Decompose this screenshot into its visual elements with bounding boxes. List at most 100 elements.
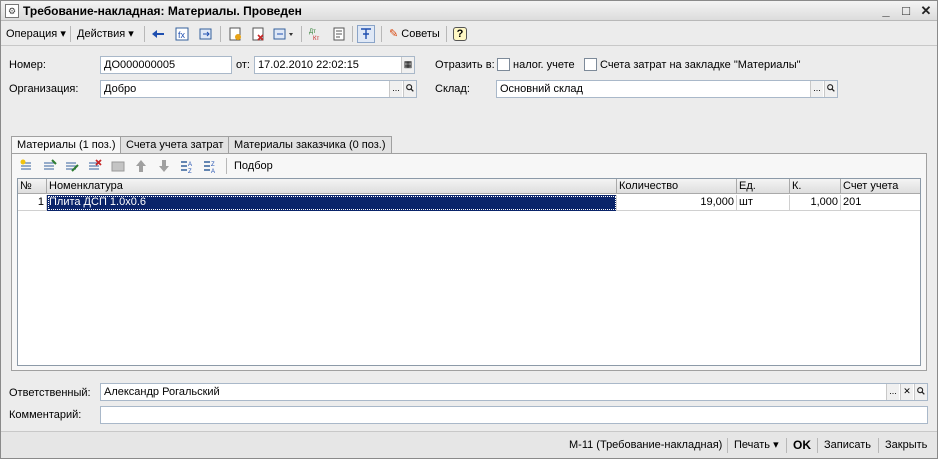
- date-field[interactable]: 17.02.2010 22:02:15 ▦: [254, 56, 415, 74]
- row-coefficient-cell[interactable]: 1,000: [790, 195, 841, 211]
- calendar-icon[interactable]: ▦: [401, 57, 414, 73]
- warehouse-label: Склад:: [435, 83, 470, 95]
- close-form-button[interactable]: Закрыть: [885, 437, 927, 453]
- document-window: ⚙ Требование-накладная: Материалы. Прове…: [0, 0, 938, 459]
- comment-field[interactable]: [100, 406, 928, 424]
- toolbar-divider: [727, 438, 728, 453]
- column-header-item[interactable]: Номенклатура: [47, 179, 617, 194]
- move-down-icon[interactable]: [155, 157, 173, 175]
- organization-select-button[interactable]: ...: [389, 81, 402, 97]
- pencil-icon: ✎: [389, 28, 399, 40]
- edit-row-icon[interactable]: [63, 157, 81, 175]
- actions-menu[interactable]: Действия ▾: [74, 25, 137, 43]
- toolbar-divider: [220, 26, 221, 42]
- chevron-down-icon: ▾: [128, 28, 134, 40]
- materials-table[interactable]: № Номенклатура Количество Ед. К. Счет уч…: [17, 178, 921, 366]
- column-header-account[interactable]: Счет учета: [841, 179, 920, 194]
- sort-descending-icon[interactable]: ZA: [201, 157, 219, 175]
- row-item-cell[interactable]: Плита ДСП 1.0х0.6: [47, 195, 617, 211]
- clear-icon[interactable]: ✕: [900, 384, 913, 400]
- comment-label: Комментарий:: [9, 409, 82, 421]
- operation-menu[interactable]: Операция ▾: [3, 25, 69, 43]
- tab-customer-materials[interactable]: Материалы заказчика (0 поз.): [228, 136, 392, 154]
- warehouse-field[interactable]: Основний склад ...: [496, 80, 838, 98]
- column-header-num[interactable]: №: [18, 179, 47, 194]
- move-left-icon[interactable]: [149, 25, 167, 43]
- close-button[interactable]: ✕: [917, 3, 935, 19]
- help-icon[interactable]: ?: [451, 25, 469, 43]
- cost-accounts-label: Счета затрат на закладке "Материалы": [600, 59, 801, 71]
- ok-button[interactable]: OK: [793, 437, 811, 453]
- tips-button[interactable]: ✎ Советы: [386, 25, 443, 43]
- toolbar-divider: [301, 26, 302, 42]
- svg-text:fx: fx: [178, 30, 186, 40]
- operation-menu-label: Операция: [6, 28, 58, 40]
- svg-text:Дт: Дт: [309, 29, 316, 35]
- based-on-icon[interactable]: [226, 25, 244, 43]
- svg-text:Z: Z: [211, 162, 215, 168]
- chevron-down-icon: ▾: [773, 439, 779, 451]
- row-number: 1: [18, 195, 47, 211]
- document-icon: ⚙: [5, 4, 19, 18]
- chevron-down-icon: ▾: [60, 28, 66, 40]
- number-label: Номер:: [9, 59, 46, 71]
- save-button[interactable]: Записать: [824, 437, 871, 453]
- command-bar: М-11 (Требование-накладная) Печать ▾ OK …: [1, 431, 937, 458]
- column-header-coefficient[interactable]: К.: [790, 179, 841, 194]
- cost-accounts-checkbox[interactable]: [584, 58, 597, 71]
- maximize-button[interactable]: □: [897, 3, 915, 19]
- recalc-icon[interactable]: fx: [173, 25, 191, 43]
- delete-row-icon[interactable]: [86, 157, 104, 175]
- search-icon[interactable]: [914, 384, 927, 400]
- move-up-icon[interactable]: [132, 157, 150, 175]
- number-field[interactable]: ДО000000005: [100, 56, 232, 74]
- table-header: № Номенклатура Количество Ед. К. Счет уч…: [18, 179, 920, 194]
- end-edit-icon[interactable]: [109, 157, 127, 175]
- svg-text:A: A: [211, 169, 215, 174]
- toolbar-divider: [381, 26, 382, 42]
- column-header-unit[interactable]: Ед.: [737, 179, 790, 194]
- structure-icon[interactable]: [357, 25, 375, 43]
- column-header-quantity[interactable]: Количество: [617, 179, 737, 194]
- table-row[interactable]: 1 Плита ДСП 1.0х0.6 19,000 шт 1,000 201: [18, 195, 920, 211]
- toolbar-divider: [446, 26, 447, 42]
- debit-credit-icon[interactable]: Дт Кт: [307, 25, 325, 43]
- tax-accounting-label: налог. учете: [513, 59, 575, 71]
- responsible-value: Александр Рогальский: [104, 386, 220, 398]
- svg-text:Z: Z: [188, 169, 192, 174]
- delete-doc-icon[interactable]: [249, 25, 267, 43]
- toolbar-divider: [70, 26, 71, 42]
- toolbar-divider: [786, 438, 787, 453]
- sort-ascending-icon[interactable]: AZ: [178, 157, 196, 175]
- svg-text:A: A: [188, 162, 192, 168]
- tab-cost-accounts[interactable]: Счета учета затрат: [120, 136, 230, 154]
- date-label: от:: [236, 59, 250, 71]
- tax-accounting-checkbox[interactable]: [497, 58, 510, 71]
- toolbar-divider: [352, 26, 353, 42]
- print-dropdown-icon[interactable]: [271, 25, 297, 43]
- add-row-icon[interactable]: [18, 157, 36, 175]
- warehouse-select-button[interactable]: ...: [810, 81, 823, 97]
- svg-text:Кт: Кт: [313, 36, 319, 42]
- minimize-button[interactable]: _: [877, 3, 895, 19]
- toolbar-divider: [226, 158, 227, 174]
- print-menu[interactable]: Печать ▾: [734, 437, 779, 453]
- toolbar-divider: [144, 26, 145, 42]
- organization-field[interactable]: Добро ...: [100, 80, 417, 98]
- actions-menu-label: Действия: [77, 28, 126, 40]
- row-unit-cell[interactable]: шт: [737, 195, 790, 211]
- search-icon[interactable]: [824, 81, 837, 97]
- responsible-label: Ответственный:: [9, 387, 91, 399]
- warehouse-value: Основний склад: [500, 83, 583, 95]
- refresh-icon[interactable]: [197, 25, 215, 43]
- responsible-field[interactable]: Александр Рогальский ... ✕: [100, 383, 928, 401]
- search-icon[interactable]: [403, 81, 416, 97]
- row-quantity-cell[interactable]: 19,000: [617, 195, 737, 211]
- row-account-cell[interactable]: 201: [841, 195, 920, 211]
- responsible-select-button[interactable]: ...: [886, 384, 899, 400]
- copy-row-icon[interactable]: [41, 157, 59, 175]
- window-title: Требование-накладная: Материалы. Проведе…: [23, 4, 302, 18]
- report-icon[interactable]: [330, 25, 348, 43]
- pick-button[interactable]: Подбор: [231, 157, 276, 175]
- print-form-link[interactable]: М-11 (Требование-накладная): [569, 437, 722, 453]
